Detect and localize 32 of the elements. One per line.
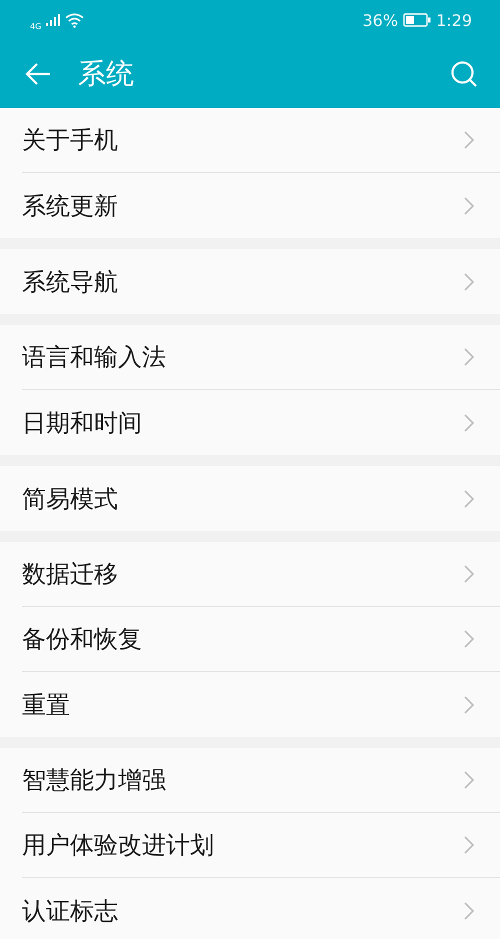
chevron-icon <box>464 131 474 149</box>
settings-item[interactable]: 语言和输入法 <box>22 325 500 390</box>
settings-item[interactable]: 重置 <box>22 672 500 737</box>
chevron-icon <box>464 836 474 854</box>
chevron-icon <box>464 902 474 920</box>
settings-item[interactable]: 日期和时间 <box>22 390 500 455</box>
chevron-icon <box>464 565 474 583</box>
network-type: 4G <box>30 22 42 30</box>
chevron-icon <box>464 348 474 366</box>
chevron-icon <box>464 630 474 648</box>
settings-item[interactable]: 关于手机 <box>22 108 500 173</box>
settings-item[interactable]: 智慧能力增强 <box>22 748 500 813</box>
settings-item[interactable]: 系统更新 <box>22 173 500 238</box>
settings-item[interactable]: 简易模式 <box>22 466 500 531</box>
settings-item[interactable]: 认证标志 <box>22 878 500 939</box>
chevron-icon <box>464 414 474 432</box>
battery-percentage: 36% <box>362 10 398 30</box>
chevron-icon <box>464 696 474 714</box>
settings-item[interactable]: 数据迁移 <box>22 542 500 607</box>
battery-icon <box>403 13 432 27</box>
settings-item[interactable]: 用户体验改进计划 <box>22 813 500 878</box>
clock-time: 1:29 <box>436 10 472 30</box>
chevron-icon <box>464 771 474 789</box>
settings-item[interactable]: 备份和恢复 <box>22 607 500 672</box>
chevron-icon <box>464 272 474 290</box>
chevron-icon <box>464 196 474 214</box>
signal-icon <box>46 14 60 26</box>
page-title: 系统 <box>78 56 135 92</box>
search-button[interactable] <box>450 60 478 88</box>
settings-item[interactable]: 系统导航 <box>22 249 500 314</box>
chevron-icon <box>464 490 474 508</box>
wifi-icon <box>65 12 84 28</box>
